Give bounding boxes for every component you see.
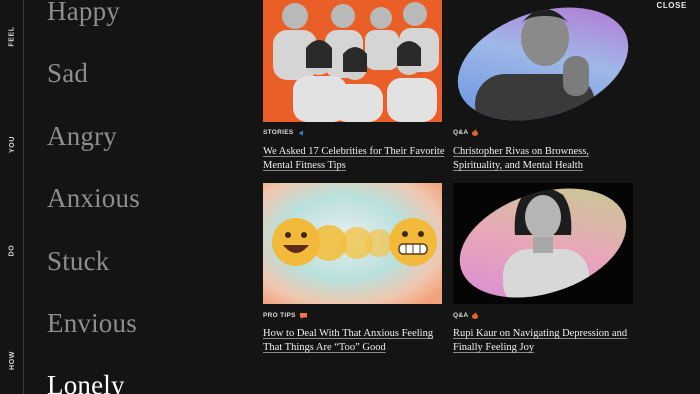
feeling-sad[interactable]: Sad [47, 58, 88, 89]
nav-tab-label: HOW [8, 350, 16, 370]
article-title-line: Spirituality, and Mental Health [453, 160, 583, 171]
article-meta: STORIES [263, 129, 304, 136]
emoji-illustration [263, 183, 442, 304]
close-button[interactable]: CLOSE [656, 1, 687, 10]
nav-tab-feel[interactable]: FEEL [0, 6, 24, 66]
nav-tab-do[interactable]: DO [0, 220, 24, 280]
feeling-happy[interactable]: Happy [47, 0, 120, 27]
feeling-envious[interactable]: Envious [47, 308, 137, 339]
article-title-line: Christopher Rivas on Browness, [453, 146, 589, 157]
celebrities-photo [263, 0, 442, 122]
article-title[interactable]: Christopher Rivas on Browness, Spiritual… [453, 145, 653, 173]
category-label[interactable]: Q&A [453, 129, 468, 136]
feelings-list: Happy Sad Angry Anxious Stuck Envious Lo… [47, 0, 257, 394]
article-image-christopher-rivas[interactable] [453, 0, 633, 122]
article-image-rupi-kaur[interactable] [453, 183, 633, 304]
nav-tab-label: DO [8, 244, 16, 256]
article-meta: Q&A [453, 129, 479, 136]
article-image-emojis[interactable] [263, 183, 442, 304]
play-triangle-icon [298, 130, 303, 135]
feeling-lonely[interactable]: Lonely [47, 370, 125, 394]
nav-tab-label: FEEL [8, 25, 16, 47]
article-title-line: Mental Fitness Tips [263, 160, 346, 171]
feeling-anxious[interactable]: Anxious [47, 183, 140, 214]
feeling-angry[interactable]: Angry [47, 121, 117, 152]
speech-bubble-icon [299, 312, 307, 319]
article-title-line: Finally Feeling Joy [453, 342, 535, 353]
article-title[interactable]: We Asked 17 Celebrities for Their Favori… [263, 145, 448, 173]
article-title[interactable]: How to Deal With That Anxious Feeling Th… [263, 327, 448, 355]
article-meta: Q&A [453, 312, 479, 319]
category-label[interactable]: Q&A [453, 312, 468, 319]
rupi-kaur-photo [453, 183, 633, 304]
flame-icon [472, 312, 479, 319]
article-title-line: We Asked 17 Celebrities for Their Favori… [263, 146, 445, 157]
article-title[interactable]: Rupi Kaur on Navigating Depression and F… [453, 327, 653, 355]
nav-tab-you[interactable]: YOU [0, 114, 24, 174]
article-title-line: Rupi Kaur on Navigating Depression and [453, 328, 628, 339]
nav-tab-label: YOU [8, 135, 16, 153]
feeling-stuck[interactable]: Stuck [47, 246, 110, 277]
category-label[interactable]: STORIES [263, 129, 294, 136]
flame-icon [472, 129, 479, 136]
nav-tab-how[interactable]: HOW [0, 330, 24, 390]
category-label[interactable]: PRO TIPS [263, 312, 296, 319]
article-image-celebrities[interactable] [263, 0, 442, 122]
christopher-rivas-photo [457, 7, 629, 122]
side-nav-rail: FEEL YOU DO HOW [0, 0, 24, 394]
article-meta: PRO TIPS [263, 312, 307, 319]
article-title-line: That Things Are “Too” Good [263, 342, 386, 353]
article-title-line: How to Deal With That Anxious Feeling [263, 328, 434, 339]
